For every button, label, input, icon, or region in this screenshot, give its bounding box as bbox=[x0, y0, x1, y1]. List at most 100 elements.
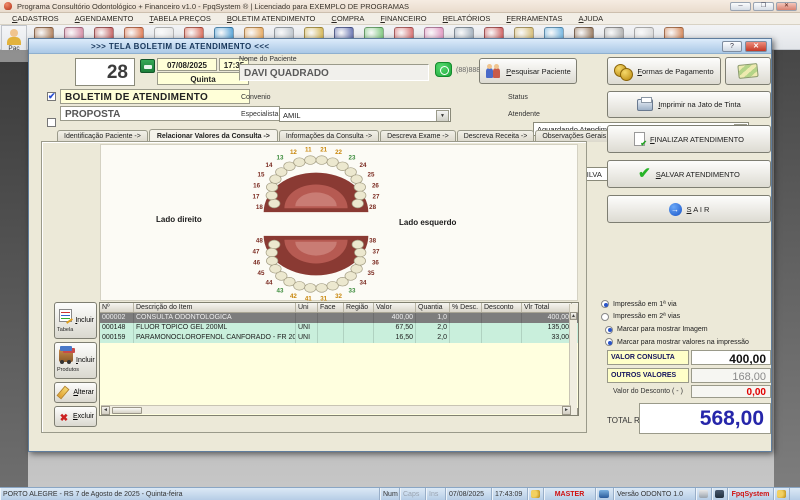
dialog-title-bar[interactable]: >>> TELA BOLETIM DE ATENDIMENTO <<< ? ✕ bbox=[29, 39, 771, 54]
tooth-number-43: 43 bbox=[277, 287, 284, 294]
tooth-number-46: 46 bbox=[253, 260, 260, 267]
menu-item-cadastros[interactable]: CADASTROS bbox=[4, 13, 67, 24]
calendar-icon[interactable] bbox=[140, 59, 155, 73]
print-option-2[interactable]: Impressão em 2ª vias bbox=[601, 313, 680, 321]
tooth-11[interactable] bbox=[305, 156, 316, 165]
save-button[interactable]: ✔ SALVAR ATENDIMENTO bbox=[607, 160, 771, 188]
scroll-right-icon[interactable]: ► bbox=[562, 406, 571, 415]
table-row[interactable]: 000159PARAMONOCLOROFENOL CANFORADO - FR … bbox=[100, 333, 578, 343]
menu-item-financeiro[interactable]: FINANCEIRO bbox=[372, 13, 434, 24]
incluir-tabela-button[interactable]: Tabela Incluir bbox=[54, 302, 97, 339]
print-option-3[interactable]: Marcar para mostrar Imagem bbox=[605, 326, 708, 334]
tooth-number-15: 15 bbox=[258, 172, 265, 179]
dialog-close-button[interactable]: ✕ bbox=[745, 41, 767, 52]
close-button[interactable]: ✕ bbox=[776, 2, 797, 11]
desconto-value[interactable]: 0,00 bbox=[691, 385, 771, 398]
exit-button[interactable]: → S A I R bbox=[607, 195, 771, 223]
pencil-icon bbox=[58, 385, 70, 397]
disk-icon bbox=[599, 490, 609, 498]
proposta-checkbox[interactable] bbox=[47, 118, 56, 127]
convenio-select[interactable]: AMIL bbox=[279, 108, 451, 122]
print-option-1[interactable]: Impressão em 1ª via bbox=[601, 300, 677, 308]
column-header: Uni bbox=[296, 303, 318, 312]
menu-item-tabela-pre-os[interactable]: TABELA PREÇOS bbox=[141, 13, 219, 24]
outros-valores-value[interactable]: 168,00 bbox=[691, 368, 771, 383]
dialog-help-button[interactable]: ? bbox=[722, 41, 742, 52]
tooth-37[interactable] bbox=[355, 248, 366, 257]
tooth-28[interactable] bbox=[352, 199, 363, 208]
cart-icon bbox=[59, 349, 73, 362]
tooth-31[interactable] bbox=[316, 284, 327, 293]
finalize-button[interactable]: FINALIZAR ATENDIMENTO bbox=[607, 125, 771, 153]
payment-button[interactable]: Formas de Pagamento bbox=[607, 57, 721, 85]
tooth-48[interactable] bbox=[269, 240, 280, 249]
delete-icon: ✖ bbox=[60, 413, 68, 424]
key-icon bbox=[531, 490, 540, 498]
statusbar-segment bbox=[696, 488, 712, 500]
tooth-17[interactable] bbox=[266, 191, 277, 200]
patient-name-label: Nome do Paciente bbox=[239, 56, 297, 63]
tooth-number-24: 24 bbox=[360, 162, 367, 169]
radio-icon[interactable] bbox=[601, 313, 609, 321]
tooth-35[interactable] bbox=[351, 264, 362, 273]
print-option-4[interactable]: Marcar para mostrar valores na impressão bbox=[605, 338, 749, 346]
convenio-label: Convenio bbox=[241, 94, 271, 101]
scroll-thumb[interactable] bbox=[112, 407, 142, 414]
menu-item-relat-rios[interactable]: RELATÓRIOS bbox=[435, 13, 499, 24]
tooth-number-38: 38 bbox=[369, 238, 376, 245]
tooth-number-37: 37 bbox=[373, 249, 380, 256]
radio-icon[interactable] bbox=[601, 300, 609, 308]
dental-chart[interactable]: 1817161514131211212223242526272848474645… bbox=[241, 145, 391, 301]
restore-button[interactable]: ❐ bbox=[753, 2, 774, 11]
tooth-21[interactable] bbox=[316, 156, 327, 165]
grid-vscrollbar[interactable]: ▲ ▼ bbox=[569, 304, 577, 416]
radio-icon[interactable] bbox=[605, 326, 613, 334]
excluir-button[interactable]: ✖ Excluir bbox=[54, 406, 97, 427]
tooth-number-16: 16 bbox=[253, 182, 260, 189]
menu-item-ferramentas[interactable]: FERRAMENTAS bbox=[498, 13, 570, 24]
table-row[interactable]: 000002CONSULTA ODONTOLOGICA400,001,0400,… bbox=[100, 313, 578, 323]
menu-item-ajuda[interactable]: AJUDA bbox=[571, 13, 612, 24]
scroll-down-icon[interactable]: ▼ bbox=[577, 408, 579, 416]
incluir-produtos-button[interactable]: Produtos Incluir bbox=[54, 342, 97, 379]
tooth-46[interactable] bbox=[266, 257, 277, 266]
statusbar-segment: MASTER bbox=[544, 488, 596, 500]
search-patient-button[interactable]: Pesquisar Paciente bbox=[479, 58, 577, 84]
menu-item-boletim-atendimento[interactable]: BOLETIM ATENDIMENTO bbox=[219, 13, 324, 24]
tooth-number-27: 27 bbox=[373, 193, 380, 200]
table-row[interactable]: 000148FLUOR TOPICO GEL 200MLUNI67,502,01… bbox=[100, 323, 578, 333]
tooth-47[interactable] bbox=[266, 248, 277, 257]
right-side-label: Lado direito bbox=[156, 215, 202, 224]
whatsapp-icon[interactable] bbox=[435, 62, 452, 77]
scroll-left-icon[interactable]: ◄ bbox=[101, 406, 110, 415]
valor-consulta-value[interactable]: 400,00 bbox=[691, 350, 771, 365]
left-side-label: Lado esquerdo bbox=[399, 218, 456, 227]
date-field[interactable]: 07/08/2025 bbox=[157, 58, 217, 71]
tooth-36[interactable] bbox=[354, 257, 365, 266]
tooth-18[interactable] bbox=[269, 199, 280, 208]
tooth-26[interactable] bbox=[354, 183, 365, 192]
patient-name-field[interactable]: DAVI QUADRADO bbox=[239, 64, 429, 81]
table-doc-icon bbox=[59, 309, 72, 322]
tooth-27[interactable] bbox=[355, 191, 366, 200]
boletim-checkbox[interactable] bbox=[47, 92, 56, 101]
tooth-42[interactable] bbox=[294, 281, 305, 290]
tooth-38[interactable] bbox=[352, 240, 363, 249]
radio-icon[interactable] bbox=[605, 338, 613, 346]
scroll-up-icon[interactable]: ▲ bbox=[570, 312, 577, 320]
tooth-12[interactable] bbox=[294, 158, 305, 167]
alterar-button[interactable]: Alterar bbox=[54, 382, 97, 403]
banknotes-button[interactable] bbox=[725, 57, 771, 85]
tooth-41[interactable] bbox=[305, 284, 316, 293]
menu-item-agendamento[interactable]: AGENDAMENTO bbox=[67, 13, 142, 24]
tooth-25[interactable] bbox=[351, 175, 362, 184]
minimize-button[interactable]: ─ bbox=[730, 2, 751, 11]
record-number-field[interactable]: 28 bbox=[75, 58, 135, 86]
title-bar: Programa Consultório Odontológico + Fina… bbox=[0, 0, 800, 13]
column-header: Quantia bbox=[416, 303, 450, 312]
tooth-number-17: 17 bbox=[253, 193, 260, 200]
menu-item-compra[interactable]: COMPRA bbox=[323, 13, 372, 24]
grid-hscrollbar[interactable]: ◄ ► bbox=[101, 405, 571, 414]
tooth-16[interactable] bbox=[266, 183, 277, 192]
print-inkjet-button[interactable]: Imprimir na Jato de Tinta bbox=[607, 91, 771, 118]
